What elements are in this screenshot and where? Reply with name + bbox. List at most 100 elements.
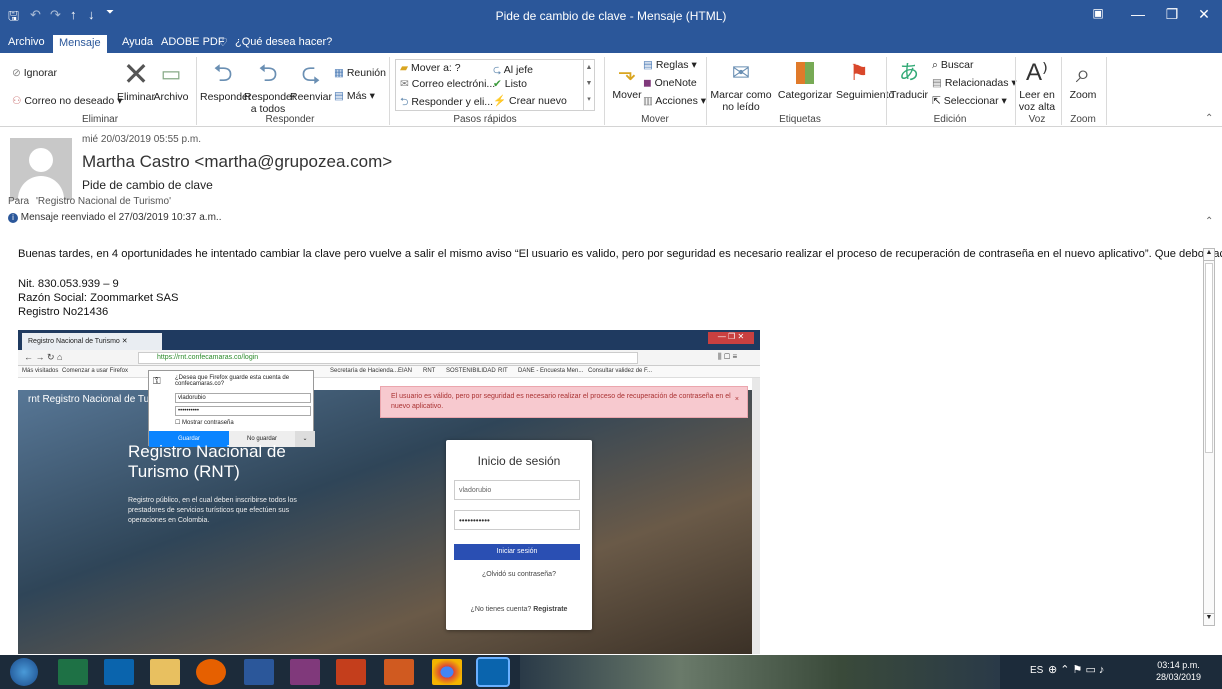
tray-icons[interactable]: ⊕ ⌃ ⚑ ▭ ♪ <box>1048 663 1104 676</box>
separator <box>389 57 390 125</box>
maximize-button[interactable]: ❐ <box>1160 6 1184 23</box>
categorize-button[interactable]: Categorizar <box>774 57 836 101</box>
reply-all-button[interactable]: ⮌ Responder a todos <box>244 57 295 115</box>
junk-button[interactable]: ⚇ Correo no deseado ▾ <box>12 95 122 107</box>
move-icon: ⬎ <box>617 60 637 85</box>
browser-tab[interactable]: Registro Nacional de Turismo ✕ <box>22 333 162 350</box>
embedded-scrollbar[interactable] <box>752 378 760 654</box>
separator <box>1061 57 1062 125</box>
quick-step-move[interactable]: ▰ Mover a: ? <box>400 62 461 74</box>
save-options-dropdown[interactable]: ⌄ <box>295 431 315 447</box>
actions-button[interactable]: ▥ Acciones ▾ <box>643 95 706 107</box>
body-registro: Registro No21436 <box>18 306 109 318</box>
register-prompt: ¿No tienes cuenta? Registrate <box>470 606 568 613</box>
bookmark[interactable]: RIT <box>498 368 508 374</box>
show-password-checkbox[interactable]: ☐ Mostrar contraseña <box>175 419 234 426</box>
login-password-field[interactable]: ••••••••••• <box>454 510 580 530</box>
gallery-scroll[interactable]: ▲ ▼ ▾ <box>583 60 594 110</box>
hero-title: Registro Nacional de Turismo (RNT) <box>128 442 286 481</box>
browser-url-bar[interactable]: https://rnt.confecamaras.co/login <box>138 352 638 364</box>
bookmark[interactable]: SOSTENIBILIDAD <box>446 368 496 374</box>
chrome-icon[interactable] <box>432 659 462 685</box>
body-paragraph: Buenas tardes, en 4 oportunidades he int… <box>18 248 1222 260</box>
file-explorer-icon[interactable] <box>150 659 180 685</box>
rules-button[interactable]: ▤ Reglas ▾ <box>643 59 697 71</box>
minimize-button[interactable]: — <box>1126 6 1150 22</box>
reply-button[interactable]: ⮌ Responder <box>200 57 251 103</box>
zoom-button[interactable]: ⌕ Zoom <box>1064 57 1102 101</box>
close-button[interactable]: ✕ <box>1192 6 1216 23</box>
read-aloud-button[interactable]: A⁾ Leer en voz alta <box>1018 57 1056 113</box>
more-button[interactable]: ▤ Más ▾ <box>334 90 375 102</box>
ignore-button[interactable]: ⊘ Ignorar <box>12 67 57 79</box>
meeting-icon: ▦ <box>334 67 344 79</box>
forward-button[interactable]: ⮎ Reenviar <box>290 57 332 103</box>
quick-step-reply-delete[interactable]: ⮌ Responder y eli... <box>400 94 493 112</box>
translate-button[interactable]: あ Traducir <box>888 57 930 101</box>
bookmark[interactable]: Más visitados <box>22 368 58 374</box>
close-alert-icon[interactable]: × <box>735 395 739 405</box>
move-button[interactable]: ⬎ Mover <box>607 57 647 101</box>
archive-button[interactable]: ▭ Archivo <box>152 57 190 103</box>
outlook-icon[interactable] <box>104 659 134 685</box>
tab-mensaje[interactable]: Mensaje <box>53 35 107 53</box>
word-icon[interactable] <box>244 659 274 685</box>
fox-app-icon[interactable] <box>384 659 414 685</box>
forgot-password-link[interactable]: ¿Olvidó su contraseña? <box>446 571 592 578</box>
browser-nav-icons[interactable]: ← → ↻ ⌂ <box>24 352 62 363</box>
scroll-up-icon[interactable]: ▲ <box>1204 249 1214 261</box>
tab-ayuda[interactable]: Ayuda <box>122 36 153 48</box>
browser-menu-icons[interactable]: ⫼ ▢ ≡ <box>718 352 737 362</box>
quick-step-email[interactable]: ✉ Correo electróni... <box>400 78 495 90</box>
scroll-thumb[interactable] <box>1205 263 1213 453</box>
separator <box>1106 57 1107 125</box>
clock[interactable]: 03:14 p.m. 28/03/2019 <box>1156 659 1201 683</box>
save-password-field[interactable]: •••••••••• <box>175 406 311 416</box>
related-button[interactable]: ▤ Relacionadas ▾ <box>932 77 1017 89</box>
firefox-icon[interactable] <box>196 659 226 685</box>
start-button[interactable] <box>10 658 38 686</box>
tell-me-icon[interactable]: ♡ <box>218 36 228 49</box>
sender[interactable]: Martha Castro <martha@grupozea.com> <box>82 152 392 172</box>
group-etiquetas: Etiquetas <box>779 114 821 125</box>
onenote-taskbar-icon[interactable] <box>290 659 320 685</box>
language-indicator[interactable]: ES <box>1030 665 1043 676</box>
message-scrollbar[interactable]: ▲ ▼ <box>1203 248 1215 626</box>
tab-archivo[interactable]: Archivo <box>8 36 45 48</box>
group-zoom: Zoom <box>1070 114 1096 125</box>
register-link[interactable]: Registrate <box>533 606 567 613</box>
login-button[interactable]: Iniciar sesión <box>454 544 580 560</box>
select-button[interactable]: ⇱ Seleccionar ▾ <box>932 95 1007 107</box>
onenote-button[interactable]: ◼ OneNote <box>643 77 697 89</box>
delete-button[interactable]: ✕ Eliminar <box>115 57 157 103</box>
tab-tell-me[interactable]: ¿Qué desea hacer? <box>235 36 332 48</box>
save-user-field[interactable]: vladorubio <box>175 393 311 403</box>
follow-up-button[interactable]: ⚑ Seguimiento <box>836 57 894 101</box>
bookmark[interactable]: Comenzar a usar Firefox <box>62 368 128 374</box>
ribbon-display-icon[interactable]: ▣ <box>1086 6 1110 20</box>
collapse-ribbon-icon[interactable]: ⌃ <box>1205 113 1213 124</box>
quick-step-done[interactable]: ✔ Listo <box>493 78 527 90</box>
outlook-active-icon[interactable] <box>476 657 510 687</box>
bookmark[interactable]: Consultar validez de F... <box>588 368 652 374</box>
bookmark[interactable]: EIAN <box>398 368 412 374</box>
bookmark[interactable]: RNT <box>423 368 435 374</box>
find-button[interactable]: ⌕ Buscar <box>932 59 974 72</box>
group-voz: Voz <box>1028 114 1046 125</box>
collapse-header-icon[interactable]: ⌃ <box>1205 216 1213 227</box>
meeting-button[interactable]: ▦ Reunión <box>334 67 386 79</box>
browser-toolbar: ← → ↻ ⌂ https://rnt.confecamaras.co/logi… <box>18 350 760 366</box>
scroll-down-icon[interactable]: ▼ <box>1204 613 1214 625</box>
excel-icon[interactable] <box>58 659 88 685</box>
tab-adobe-pdf[interactable]: ADOBE PDF <box>161 36 225 48</box>
browser-window-controls[interactable]: — ❐ ✕ <box>708 332 754 344</box>
mail-icon: ✉ <box>400 78 409 90</box>
login-user-field[interactable]: vladorubio <box>454 480 580 500</box>
quick-step-new[interactable]: ⚡ Crear nuevo <box>493 94 567 107</box>
to-recipient[interactable]: 'Registro Nacional de Turismo' <box>36 196 171 207</box>
bookmark[interactable]: Secretaría de Hacienda... <box>330 368 398 374</box>
mark-unread-button[interactable]: ✉ Marcar como no leído <box>708 57 774 113</box>
browser-tabbar: Registro Nacional de Turismo ✕ — ❐ ✕ <box>18 330 760 350</box>
media-player-icon[interactable] <box>336 659 366 685</box>
bookmark[interactable]: DANE - Encuesta Men... <box>518 368 583 374</box>
